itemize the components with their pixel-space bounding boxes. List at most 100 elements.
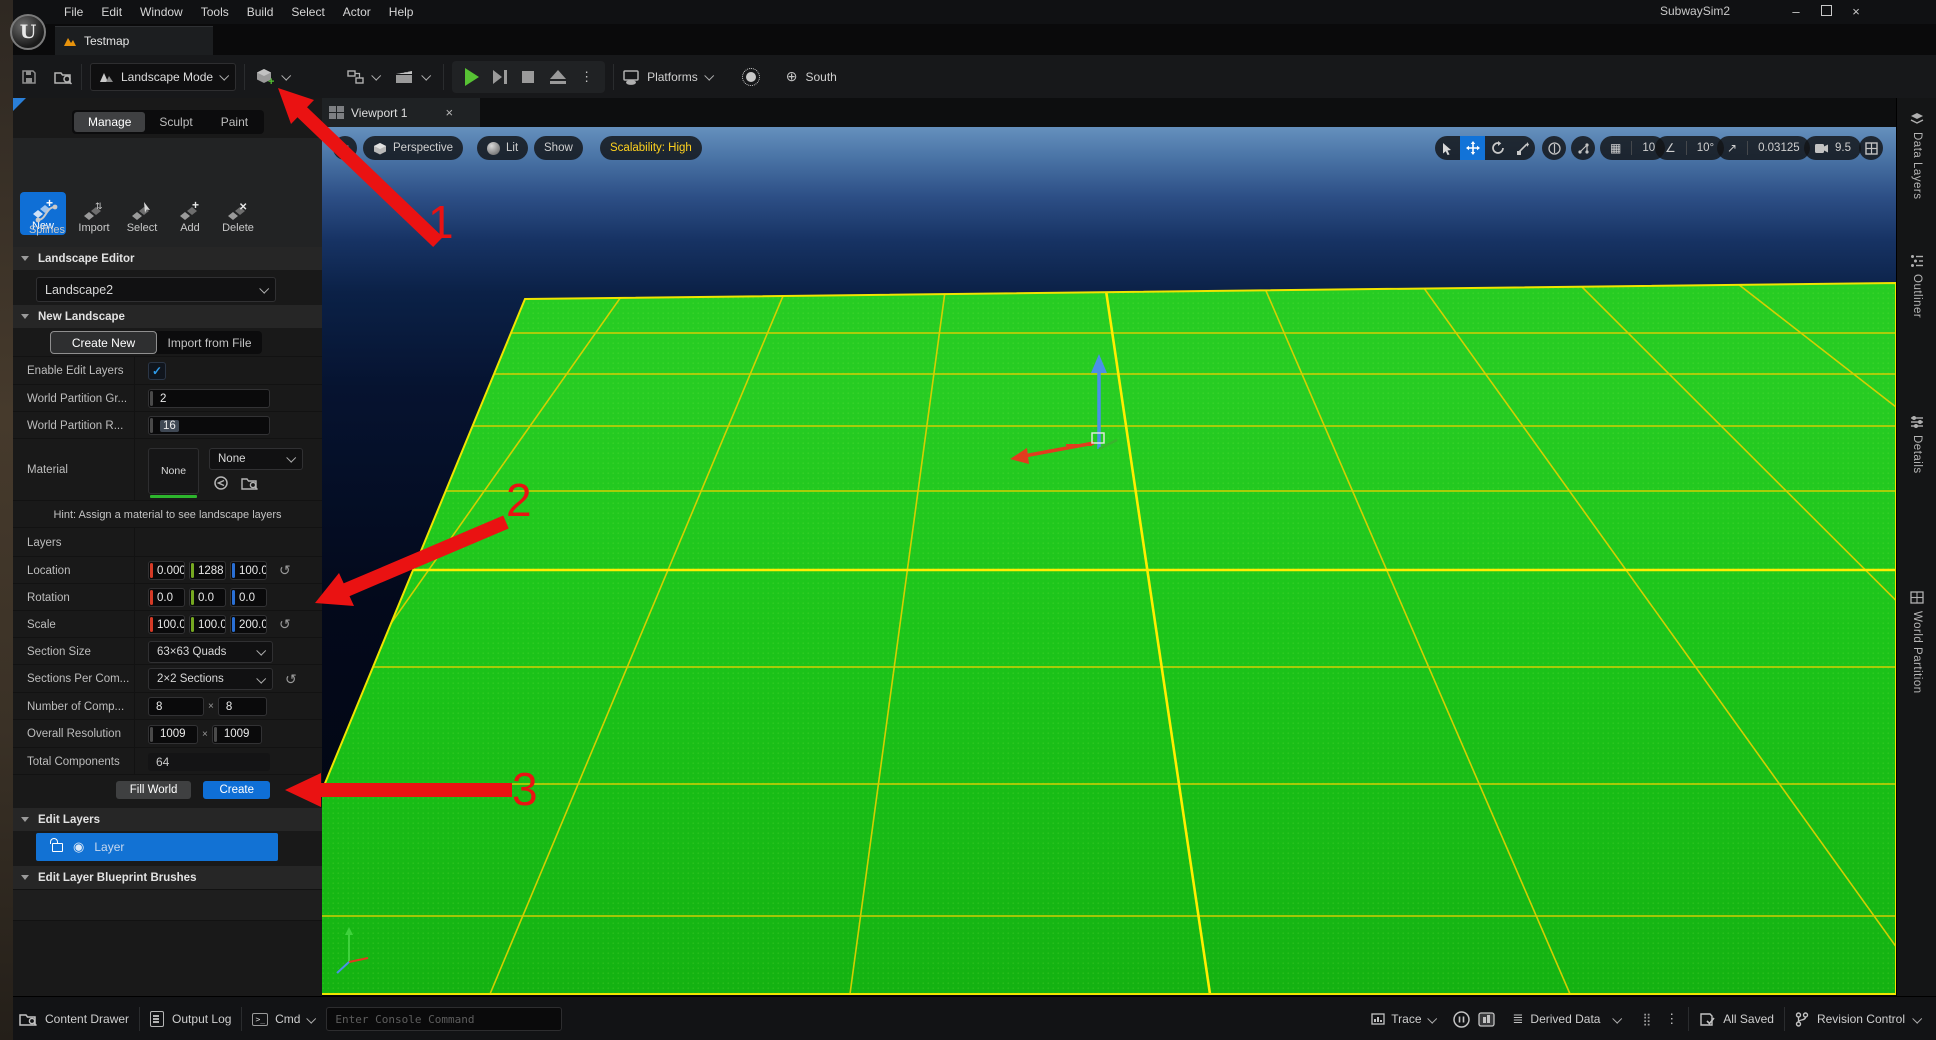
scale-y-input[interactable]: 100.0 [189,615,226,634]
more-options-kebab-icon[interactable]: ⋮ [1665,1011,1678,1027]
all-saved-button[interactable]: All Saved [1699,1012,1774,1027]
reset-location-icon[interactable]: ↺ [279,562,291,579]
asset-tab-testmap[interactable]: Testmap [55,26,213,55]
section-new-landscape[interactable]: New Landscape [13,305,322,328]
blueprints-button[interactable] [347,69,379,85]
scale-x-input[interactable]: 100.0 [148,615,185,634]
screenshot-icon[interactable] [1478,1011,1495,1028]
resolution-y-input[interactable]: 1009 [212,725,262,744]
show-dropdown[interactable]: Show [534,136,583,160]
viewport-tab-close-icon[interactable]: × [445,105,453,120]
unlock-icon[interactable] [52,843,63,852]
tab-manage[interactable]: Manage [74,112,145,132]
content-browser-icon[interactable] [54,69,73,85]
menu-tools[interactable]: Tools [192,0,238,24]
menu-select[interactable]: Select [282,0,333,24]
save-icon[interactable] [21,69,37,85]
rotation-x-input[interactable]: 0.0 [148,588,185,607]
enable-edit-layers-checkbox[interactable]: ✓ [148,362,166,380]
scale-z-input[interactable]: 200.0 [230,615,267,634]
location-y-input[interactable]: 1288 [189,561,226,580]
tab-paint[interactable]: Paint [207,112,262,132]
play-options-kebab-icon[interactable]: ⋮ [580,69,593,85]
cmd-dropdown[interactable]: >_ Cmd [252,1012,314,1026]
add-actor-button[interactable]: + [255,68,289,86]
section-edit-layer-bp-brushes[interactable]: Edit Layer Blueprint Brushes [13,866,322,889]
tool-delete[interactable]: ✕ Delete [215,196,261,234]
edit-layer-item[interactable]: ◉ Layer [36,833,278,861]
section-size-dropdown[interactable]: 63×63 Quads [148,641,273,663]
rotation-z-input[interactable]: 0.0 [230,588,267,607]
insights-pause-icon[interactable] [1453,1011,1470,1028]
wp-region-input[interactable]: 16 [148,416,270,435]
browse-to-asset-icon[interactable] [241,476,259,491]
reset-scale-icon[interactable]: ↺ [279,616,291,633]
eject-button[interactable] [550,70,566,84]
components-y-input[interactable]: 8 [218,697,267,716]
tool-add[interactable]: + Add [167,196,213,234]
layer-visibility-eye-icon[interactable]: ◉ [73,839,84,855]
preview-lighting-sun-icon[interactable] [746,72,756,82]
close-button[interactable]: × [1841,1,1871,23]
scale-snap-control[interactable]: ↗ 0.03125 [1717,136,1810,160]
create-new-toggle[interactable]: Create New [50,331,157,354]
compass-crosshair-icon[interactable]: ⊕ [786,68,798,85]
menu-window[interactable]: Window [131,0,192,24]
tool-splines[interactable]: Splines [24,198,70,236]
material-dropdown[interactable]: None [209,448,303,470]
mode-selector[interactable]: Landscape Mode [90,63,236,91]
tool-import[interactable]: ⇅ Import [71,196,117,234]
output-log-button[interactable]: Output Log [150,1011,231,1027]
use-selected-asset-icon[interactable] [213,476,229,490]
lit-mode-dropdown[interactable]: Lit [477,136,528,160]
wp-grid-input[interactable]: 2 [148,389,270,408]
derived-data-dropdown[interactable]: ≣ Derived Data [1513,1011,1621,1027]
maximize-button[interactable] [1811,1,1841,23]
tab-details[interactable]: Details [1897,415,1936,474]
section-edit-layers[interactable]: Edit Layers [13,808,322,831]
reset-sections-icon[interactable]: ↺ [285,671,297,688]
tool-select[interactable]: Select [119,196,165,234]
viewport-tab[interactable]: Viewport 1 × [322,98,480,127]
components-x-input[interactable]: 8 [148,697,204,716]
tab-sculpt[interactable]: Sculpt [145,112,206,132]
angle-snap-control[interactable]: ∠ 10° [1655,136,1724,160]
trace-dropdown[interactable]: Trace [1371,1012,1434,1026]
maximize-viewport-button[interactable] [1859,136,1883,160]
sections-per-component-dropdown[interactable]: 2×2 Sections [148,668,273,690]
menu-edit[interactable]: Edit [92,0,131,24]
menu-file[interactable]: File [55,0,92,24]
rotate-tool[interactable] [1485,136,1510,160]
location-x-input[interactable]: 0.000 [148,561,185,580]
tab-data-layers[interactable]: Data Layers [1897,112,1936,200]
location-z-input[interactable]: 100.0 [230,561,267,580]
import-from-file-toggle[interactable]: Import from File [157,331,262,354]
stop-button[interactable] [522,71,534,83]
select-tool[interactable] [1435,136,1460,160]
viewport-options-hamburger-icon[interactable]: ≡ [333,136,357,160]
landscape-select-dropdown[interactable]: Landscape2 [36,277,276,302]
scale-tool[interactable] [1510,136,1535,160]
menu-actor[interactable]: Actor [334,0,380,24]
resolution-x-input[interactable]: 1009 [148,725,198,744]
rotation-y-input[interactable]: 0.0 [189,588,226,607]
move-tool[interactable] [1460,136,1485,160]
cinematics-button[interactable] [395,69,429,85]
surface-snap-button[interactable] [1571,136,1595,160]
play-button[interactable] [465,68,479,86]
viewport-canvas[interactable]: ≡ Perspective Lit Show Scalability: High [322,127,1896,996]
material-thumbnail[interactable]: None [148,448,199,498]
platforms-button[interactable]: Platforms [622,69,712,85]
memory-grid-icon[interactable]: ⣿ [1642,1012,1651,1026]
camera-speed-control[interactable]: 9.5 [1804,136,1861,160]
world-local-gizmo-button[interactable] [1542,136,1566,160]
console-command-input[interactable] [326,1007,562,1031]
menu-build[interactable]: Build [238,0,283,24]
skip-button[interactable] [493,70,507,84]
content-drawer-button[interactable]: Content Drawer [19,1012,129,1027]
section-landscape-editor[interactable]: Landscape Editor [13,247,322,270]
unreal-logo[interactable]: U [10,14,46,50]
minimize-button[interactable]: – [1781,1,1811,23]
revision-control-dropdown[interactable]: Revision Control [1795,1012,1920,1027]
fill-world-button[interactable]: Fill World [116,781,192,799]
